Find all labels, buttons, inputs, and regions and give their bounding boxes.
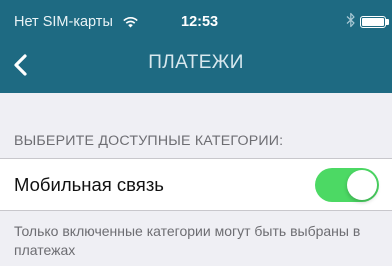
top-bar: Нет SIM-карты 12:53 ПЛАТЕЖИ — [0, 0, 392, 93]
mobile-toggle[interactable] — [315, 168, 379, 202]
section-footer: Только включенные категории могут быть в… — [14, 223, 361, 258]
status-bar: Нет SIM-карты 12:53 — [0, 0, 392, 40]
page-title: ПЛАТЕЖИ — [148, 52, 244, 73]
section-header: ВЫБЕРИТЕ ДОСТУПНЫЕ КАТЕГОРИИ: — [14, 133, 284, 149]
clock: 12:53 — [181, 14, 219, 30]
setting-row-mobile: Мобильная связь — [0, 158, 392, 211]
battery-level — [362, 18, 384, 26]
bluetooth-icon — [346, 12, 355, 28]
setting-row-label: Мобильная связь — [14, 174, 164, 195]
battery-icon — [360, 16, 386, 28]
carrier-info: Нет SIM-карты — [14, 14, 139, 30]
battery-tip — [386, 19, 389, 25]
toggle-knob — [347, 170, 377, 200]
carrier-label: Нет SIM-карты — [14, 14, 113, 30]
wifi-icon — [123, 17, 138, 28]
